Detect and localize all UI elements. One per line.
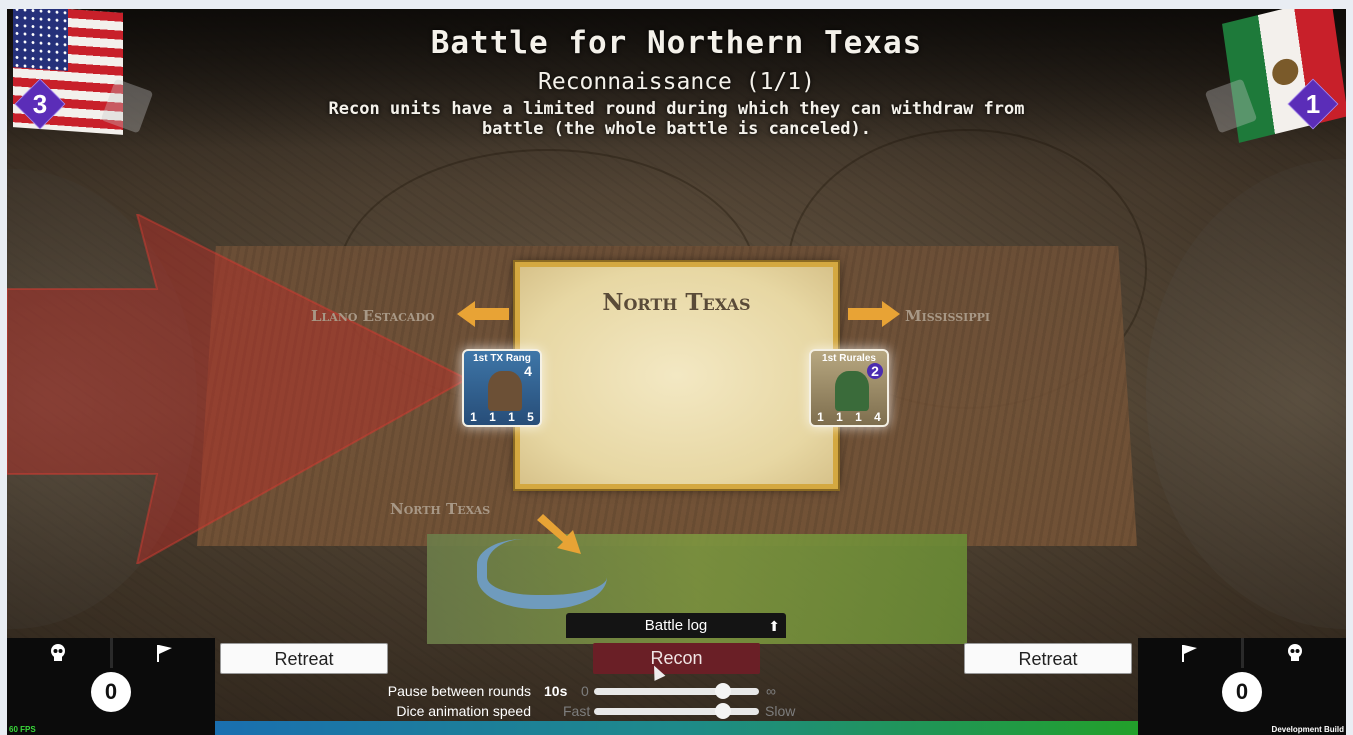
unit-stat: 1: [470, 410, 477, 424]
cavalry-figure-icon: [835, 371, 869, 411]
right-player-badge: 1: [1287, 78, 1339, 130]
unit-stat: 4: [874, 410, 881, 424]
pause-label: Pause between rounds: [387, 683, 531, 699]
pause-slider-row: Pause between rounds 10s 0 ∞: [331, 682, 801, 700]
dice-slider-track[interactable]: [594, 703, 759, 719]
arrow-left-icon[interactable]: [457, 301, 509, 327]
tab-casualties[interactable]: [7, 638, 113, 668]
panel-tabs: [1138, 638, 1346, 668]
left-badge-value: 3: [32, 89, 48, 119]
unit-stat: 1: [508, 410, 515, 424]
adjacent-region-south[interactable]: North Texas: [390, 500, 490, 518]
unit-stat: 1: [817, 410, 824, 424]
tab-retreated[interactable]: [113, 638, 216, 668]
left-player-badge: 3: [14, 78, 66, 130]
flag-canton: [13, 9, 68, 72]
unit-strength: 4: [524, 363, 532, 379]
adjacent-region-east[interactable]: Mississippi: [905, 307, 990, 325]
pause-slider-knob[interactable]: [714, 683, 731, 699]
expand-up-icon: ⬆: [768, 618, 780, 634]
pause-max: ∞: [766, 683, 776, 699]
skull-icon: [51, 644, 66, 661]
right-casualty-panel: 0: [1138, 638, 1346, 735]
unit-stat: 1: [489, 410, 496, 424]
flag-icon: [156, 645, 172, 662]
skull-icon: [1287, 644, 1302, 661]
retreat-left-button[interactable]: Retreat: [220, 643, 388, 674]
unit-stats: 1 1 1 5: [464, 409, 540, 425]
battle-log-label: Battle log: [644, 617, 708, 634]
pause-value: 10s: [544, 683, 568, 699]
unit-stats: 1 1 1 4: [811, 409, 887, 425]
unit-card-left[interactable]: 1st TX Rang 4 1 1 1 5: [462, 349, 542, 427]
tab-casualties[interactable]: [1244, 638, 1347, 668]
adjacent-region-west[interactable]: Llano Estacado: [311, 307, 435, 325]
phase-subtitle: Reconnaissance (1/1): [538, 69, 815, 95]
arrow-down-right-icon[interactable]: [537, 514, 581, 554]
dice-max: Slow: [765, 703, 796, 719]
pause-min: 0: [581, 683, 589, 699]
unit-strength: 2: [867, 363, 883, 379]
right-loss-count: 0: [1222, 672, 1262, 712]
battle-region-card: North Texas: [513, 260, 840, 491]
flag-icon: [1182, 645, 1198, 662]
cavalry-figure-icon: [488, 371, 522, 411]
left-casualty-panel: 0: [7, 638, 215, 735]
retreat-right-button[interactable]: Retreat: [964, 643, 1132, 674]
right-globe-backdrop: [1146, 159, 1346, 629]
battle-log-toggle[interactable]: Battle log ⬆: [566, 613, 786, 638]
dice-min: Fast: [563, 703, 591, 719]
unit-stat: 5: [527, 410, 534, 424]
round-progress-strip: [215, 721, 1138, 735]
tab-retreated[interactable]: [1138, 638, 1244, 668]
development-build-label: Development Build: [1271, 725, 1344, 734]
dice-label: Dice animation speed: [396, 703, 531, 719]
right-badge-value: 1: [1305, 89, 1321, 119]
unit-stat: 1: [836, 410, 843, 424]
fps-counter: 60 FPS: [9, 725, 36, 734]
battle-screen: Battle for Northern Texas Reconnaissance…: [7, 9, 1346, 735]
phase-description: Recon units have a limited round during …: [7, 99, 1346, 139]
dice-slider-knob[interactable]: [714, 703, 731, 719]
description-line: battle (the whole battle is canceled).: [482, 119, 871, 139]
dice-slider-row: Dice animation speed Fast Slow: [331, 702, 801, 720]
recon-button[interactable]: Recon: [593, 643, 760, 674]
arrow-right-icon[interactable]: [848, 301, 900, 327]
description-line: Recon units have a limited round during …: [328, 99, 1025, 119]
unit-stat: 1: [855, 410, 862, 424]
pause-slider-track[interactable]: [594, 683, 759, 699]
region-title: North Texas: [602, 289, 751, 316]
battle-title: Battle for Northern Texas: [430, 25, 923, 61]
unit-card-right[interactable]: 1st Rurales 2 1 1 1 4: [809, 349, 889, 427]
left-loss-count: 0: [91, 672, 131, 712]
panel-tabs: [7, 638, 215, 668]
